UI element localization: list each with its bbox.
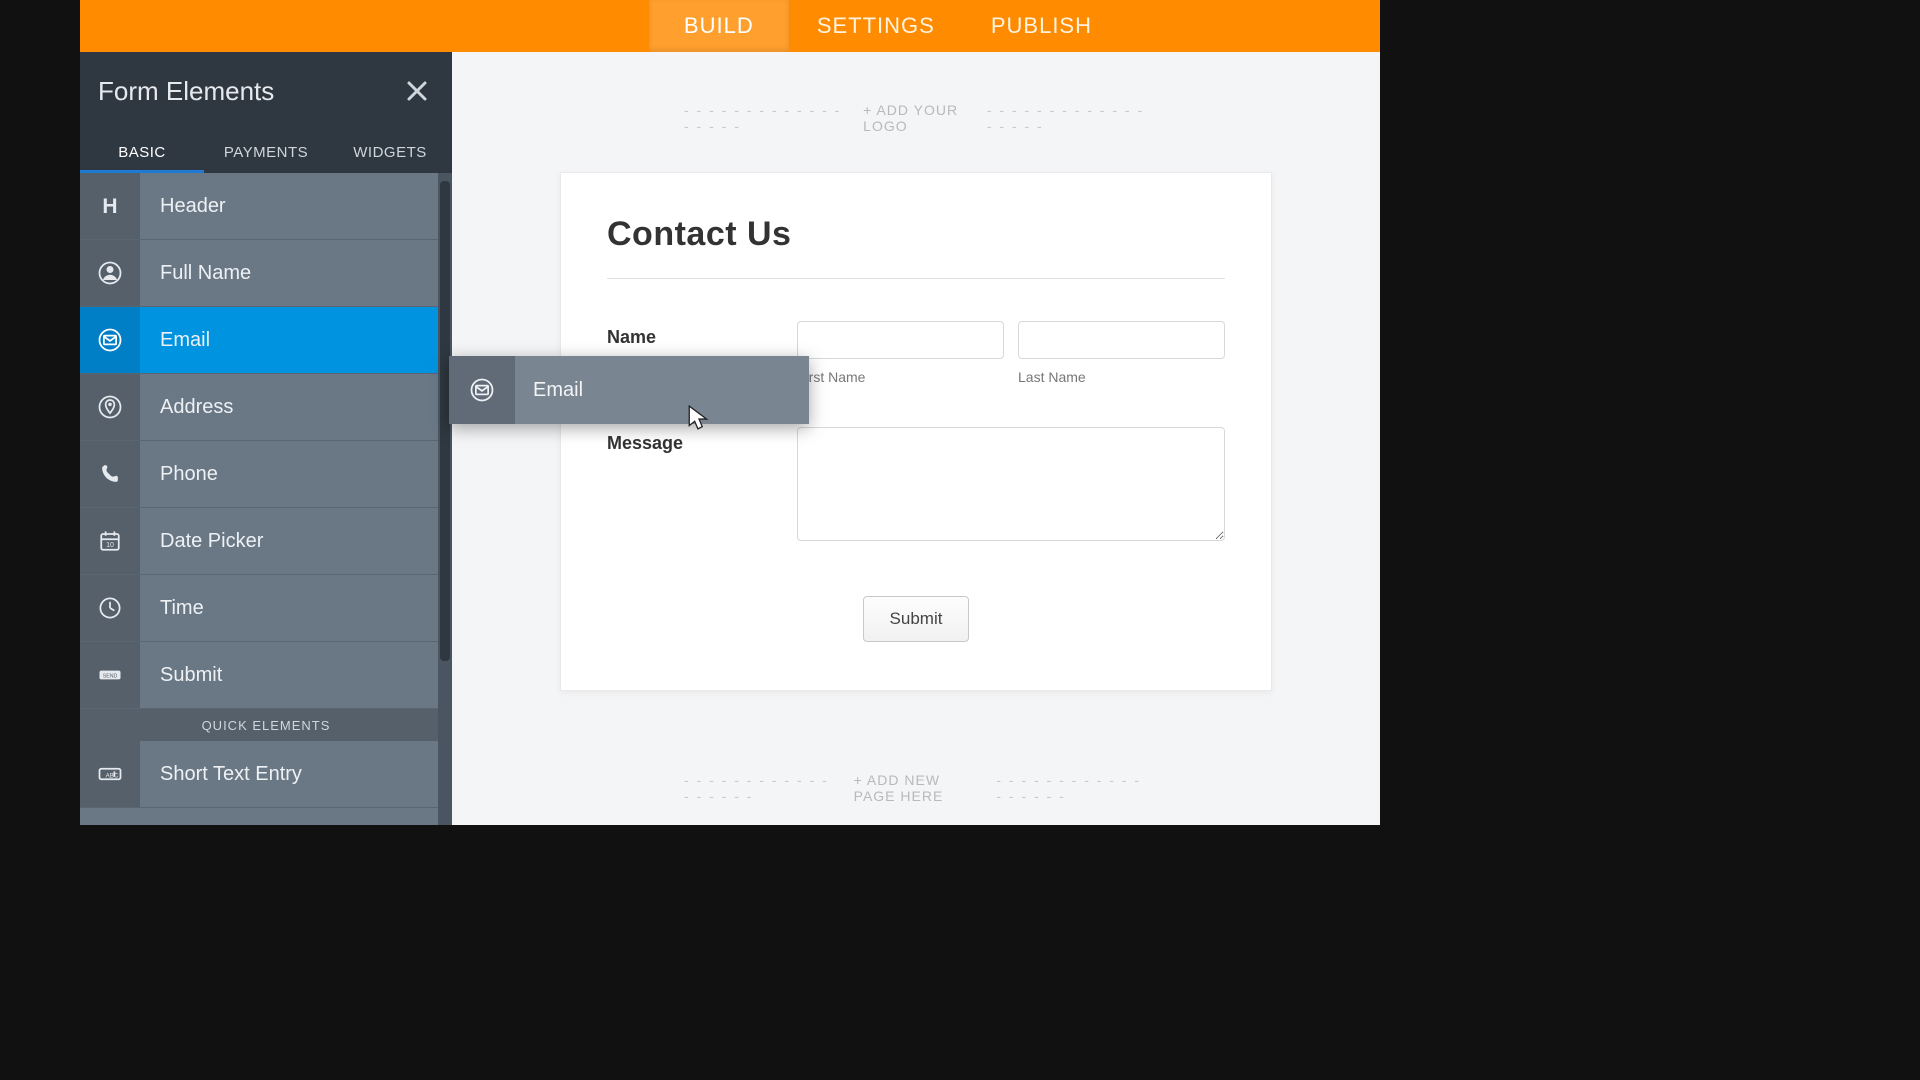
submit-button[interactable]: Submit <box>863 596 970 642</box>
sidebar-tab-basic[interactable]: BASIC <box>80 130 204 173</box>
add-logo-label: + ADD YOUR LOGO <box>863 102 969 134</box>
top-nav: BUILD SETTINGS PUBLISH <box>80 0 1380 52</box>
elements-scrollbar[interactable] <box>438 173 452 825</box>
fullname-icon <box>80 240 140 306</box>
element-label: Date Picker <box>140 530 263 553</box>
element-label: Short Text Entry <box>140 763 302 786</box>
element-label: Email <box>140 329 210 352</box>
svg-text:10: 10 <box>106 542 114 549</box>
sidebar-tab-widgets[interactable]: WIDGETS <box>328 130 452 173</box>
dash-decoration: - - - - - - - - - - - - - - - - - - <box>684 772 836 804</box>
element-label: Full Name <box>140 262 251 285</box>
submit-icon: SEND <box>80 642 140 708</box>
sidebar-header: Form Elements <box>80 52 452 130</box>
element-label: Submit <box>140 664 222 687</box>
element-time[interactable]: Time <box>80 575 452 642</box>
element-header[interactable]: H Header <box>80 173 452 240</box>
name-fields: First Name Last Name <box>797 321 1225 385</box>
email-icon <box>80 307 140 373</box>
add-new-page-label: + ADD NEW PAGE HERE <box>854 772 979 804</box>
sidebar-title: Form Elements <box>98 76 274 107</box>
form-title[interactable]: Contact Us <box>607 215 1225 279</box>
element-label: Header <box>140 195 226 218</box>
message-row: Message <box>607 427 1225 546</box>
close-panel-button[interactable] <box>400 74 434 108</box>
first-name-sublabel: First Name <box>797 369 1004 385</box>
add-new-page-placeholder[interactable]: - - - - - - - - - - - - - - - - - - + AD… <box>684 772 1148 804</box>
datepicker-icon: 10 <box>80 508 140 574</box>
form-card: Contact Us Name First Name Last Name Mes… <box>560 172 1272 691</box>
element-short-text-entry[interactable]: ABC Short Text Entry <box>80 741 452 808</box>
header-icon: H <box>80 173 140 239</box>
element-label: Address <box>140 396 233 419</box>
elements-list: H Header Full Name Email Ad <box>80 173 452 825</box>
element-label: Phone <box>140 463 218 486</box>
name-label: Name <box>607 321 797 348</box>
message-label: Message <box>607 427 797 454</box>
form-canvas: - - - - - - - - - - - - - - - - - - + AD… <box>452 52 1380 825</box>
dash-decoration: - - - - - - - - - - - - - - - - - - <box>996 772 1148 804</box>
tab-build[interactable]: BUILD <box>649 0 789 52</box>
shorttext-icon: ABC <box>80 741 140 807</box>
time-icon <box>80 575 140 641</box>
element-label: Time <box>140 597 204 620</box>
phone-icon <box>80 441 140 507</box>
dash-decoration: - - - - - - - - - - - - - - - - - - <box>684 102 845 134</box>
element-address[interactable]: Address <box>80 374 452 441</box>
svg-text:SEND: SEND <box>103 674 118 680</box>
form-elements-panel: Form Elements BASIC PAYMENTS WIDGETS H H… <box>80 52 452 825</box>
element-date-picker[interactable]: 10 Date Picker <box>80 508 452 575</box>
address-icon <box>80 374 140 440</box>
drag-ghost-email: Email <box>449 356 809 424</box>
last-name-sublabel: Last Name <box>1018 369 1225 385</box>
app-window: BUILD SETTINGS PUBLISH Form Elements BAS… <box>80 0 1380 825</box>
submit-row: Submit <box>607 596 1225 642</box>
email-icon <box>449 356 515 424</box>
svg-text:H: H <box>102 195 117 218</box>
element-phone[interactable]: Phone <box>80 441 452 508</box>
element-submit[interactable]: SEND Submit <box>80 642 452 709</box>
message-textarea[interactable] <box>797 427 1225 541</box>
first-name-input[interactable] <box>797 321 1004 359</box>
tab-publish[interactable]: PUBLISH <box>963 0 1120 52</box>
sidebar-tabs: BASIC PAYMENTS WIDGETS <box>80 130 452 173</box>
dash-decoration: - - - - - - - - - - - - - - - - - - <box>987 102 1148 134</box>
quick-elements-header: QUICK ELEMENTS <box>80 709 452 741</box>
drag-ghost-label: Email <box>515 379 583 402</box>
tab-settings[interactable]: SETTINGS <box>789 0 963 52</box>
sidebar-tab-payments[interactable]: PAYMENTS <box>204 130 328 173</box>
svg-text:ABC: ABC <box>106 773 119 780</box>
add-logo-placeholder[interactable]: - - - - - - - - - - - - - - - - - - + AD… <box>684 102 1148 134</box>
element-full-name[interactable]: Full Name <box>80 240 452 307</box>
element-email[interactable]: Email <box>80 307 452 374</box>
last-name-input[interactable] <box>1018 321 1225 359</box>
close-icon <box>405 79 429 103</box>
